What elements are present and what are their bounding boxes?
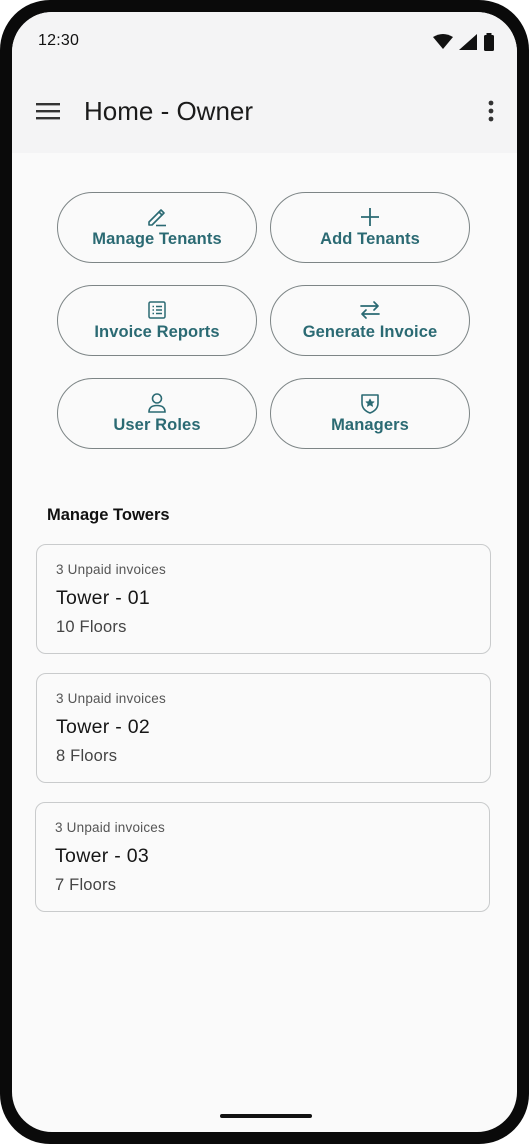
tower-floors: 7 Floors	[55, 876, 117, 894]
shield-star-icon	[360, 392, 380, 414]
section-title: Manage Towers	[47, 506, 170, 524]
unpaid-invoices-text: 3 Unpaid invoices	[56, 562, 166, 577]
edit-icon	[146, 206, 168, 228]
list-icon	[147, 299, 167, 321]
status-bar: 12:30	[12, 12, 517, 72]
tower-card-03[interactable]: 3 Unpaid invoices Tower - 03 7 Floors	[35, 802, 490, 912]
battery-icon	[483, 33, 495, 51]
device-frame: 12:30 Home - Owner Manage Tenants Add Te…	[0, 0, 529, 1144]
action-buttons-grid: Manage Tenants Add Tenants Invoice Repor…	[57, 192, 471, 449]
app-bar: Home - Owner	[12, 72, 517, 153]
tower-name: Tower - 02	[56, 716, 151, 738]
unpaid-invoices-text: 3 Unpaid invoices	[55, 820, 165, 835]
tower-name: Tower - 01	[56, 587, 151, 609]
action-label: Manage Tenants	[92, 230, 222, 248]
tower-card-01[interactable]: 3 Unpaid invoices Tower - 01 10 Floors	[36, 544, 491, 654]
page-title: Home - Owner	[84, 96, 254, 126]
screen: 12:30 Home - Owner Manage Tenants Add Te…	[12, 12, 517, 1132]
more-options-button[interactable]	[479, 99, 503, 127]
hamburger-menu-icon	[36, 102, 60, 125]
unpaid-invoices-text: 3 Unpaid invoices	[56, 691, 166, 706]
generate-invoice-button[interactable]: Generate Invoice	[270, 285, 470, 356]
managers-button[interactable]: Managers	[270, 378, 470, 449]
action-label: Invoice Reports	[94, 323, 220, 341]
status-icons	[433, 33, 495, 51]
tower-card-02[interactable]: 3 Unpaid invoices Tower - 02 8 Floors	[36, 673, 491, 783]
action-label: Add Tenants	[320, 230, 420, 248]
add-icon	[360, 206, 380, 228]
action-label: Generate Invoice	[302, 323, 438, 341]
tower-floors: 10 Floors	[56, 618, 127, 636]
wifi-icon	[433, 34, 453, 50]
home-indicator[interactable]	[220, 1114, 312, 1118]
add-tenants-button[interactable]: Add Tenants	[270, 192, 470, 263]
swap-icon	[359, 299, 381, 321]
menu-button[interactable]	[32, 99, 64, 127]
manage-tenants-button[interactable]: Manage Tenants	[57, 192, 257, 263]
tower-floors: 8 Floors	[56, 747, 118, 765]
user-roles-button[interactable]: User Roles	[57, 378, 257, 449]
person-icon	[147, 392, 167, 414]
more-vert-icon	[488, 100, 494, 127]
action-label: User Roles	[113, 416, 201, 434]
cellular-signal-icon	[459, 34, 477, 50]
tower-name: Tower - 03	[55, 845, 150, 867]
status-time: 12:30	[38, 32, 80, 49]
action-label: Managers	[331, 416, 409, 434]
invoice-reports-button[interactable]: Invoice Reports	[57, 285, 257, 356]
